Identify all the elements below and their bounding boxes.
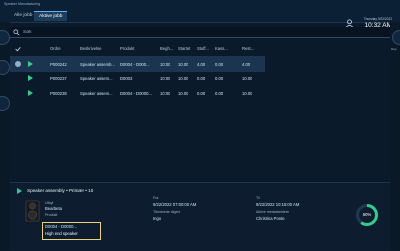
cell-order: P000239 — [50, 90, 67, 96]
column-header-description[interactable]: Beskrivelse — [80, 46, 120, 51]
right-action-strip — [390, 22, 400, 250]
play-icon[interactable] — [28, 75, 33, 81]
play-icon[interactable] — [28, 60, 33, 67]
current-date: Thursday 9/22/2022 — [363, 17, 392, 21]
detail-value: Bearbeta — [45, 206, 62, 211]
tab-bar: Alle jobb Aktive jobb Thursday 9/22/2022… — [0, 8, 400, 29]
detail-value: 9/22/2022 10:15:00 AM — [256, 202, 300, 207]
detail-label: Tilordnede digert — [153, 210, 180, 214]
cell-product: D0004 - D000... — [120, 61, 150, 67]
title-bar: Speaker Manufacturing — [0, 0, 400, 8]
cell-kas: 0.00 — [215, 90, 224, 96]
cell-start: 10:00 — [160, 76, 171, 82]
cell-order: P000237 — [50, 76, 67, 82]
search-icon — [13, 28, 20, 36]
cell-kas: 0.00 — [215, 76, 224, 82]
cell-product: D0004 - D0000... — [120, 90, 152, 96]
cell-product: D0003 — [120, 76, 133, 82]
report-button-label: Rap — [391, 47, 397, 51]
detail-label: Til — [256, 196, 260, 200]
left-action-strip — [0, 22, 10, 250]
cell-started: 10.00 — [178, 61, 189, 67]
cell-stuff: 0.00 — [197, 90, 206, 96]
cell-description: Speaker assem... — [80, 76, 113, 82]
column-header-stuff[interactable]: Stuff... — [197, 46, 209, 51]
table-row[interactable]: P000239 Speaker assem... D0004 - D0000..… — [10, 86, 265, 101]
play-icon[interactable] — [17, 188, 22, 194]
play-icon[interactable] — [28, 89, 33, 96]
search-box — [10, 27, 390, 38]
operation-group-label: Speaker assembly • Primær • 10 — [27, 188, 94, 193]
jobs-table: Ordre Beskrivelse Produkt Begh... Starte… — [10, 42, 265, 101]
detail-label: Aktive medarbeidere — [256, 210, 289, 214]
tab-active-jobs[interactable]: Aktive jobb — [34, 11, 68, 21]
detail-label: Produkt — [45, 213, 58, 217]
cell-order: P000242 — [50, 61, 67, 67]
column-header-rest[interactable]: Rest... — [242, 46, 254, 51]
cell-rest: 4.00 — [242, 61, 251, 67]
cell-stuff: 4.00 — [197, 61, 206, 67]
cell-started: 10.00 — [178, 90, 189, 96]
cell-kas: 0.00 — [215, 61, 224, 67]
column-header-kas[interactable]: Kass... — [215, 46, 228, 51]
speaker-icon — [25, 200, 40, 222]
detail-label: Fra — [153, 196, 159, 200]
cell-start: 10:00 — [160, 90, 171, 96]
cell-description: Speaker assemb... — [80, 61, 115, 67]
column-header-start[interactable]: Begh... — [160, 46, 173, 51]
detail-value: Christina Ponte — [256, 216, 285, 221]
detail-value: 9/22/2022 07:00:00 AM — [153, 202, 197, 207]
search-input[interactable] — [23, 27, 383, 37]
select-all-check-icon[interactable] — [15, 46, 21, 52]
table-header: Ordre Beskrivelse Produkt Begh... Starte… — [10, 42, 265, 57]
report-button[interactable] — [392, 30, 400, 45]
cell-rest: 10.00 — [242, 90, 253, 96]
cell-started: 10.00 — [178, 76, 189, 82]
column-header-started[interactable]: Startet — [178, 46, 190, 51]
product-image — [25, 200, 40, 222]
table-row[interactable]: P000242 Speaker assemb... D0004 - D000..… — [10, 57, 265, 72]
cell-start: 10:00 — [160, 61, 171, 67]
cell-description: Speaker assem... — [80, 90, 113, 96]
table-row[interactable]: P000237 Speaker assem... D0003 10:00 10.… — [10, 72, 265, 87]
column-header-product[interactable]: Produkt — [120, 46, 158, 51]
detail-label: Utbyt — [45, 201, 54, 205]
progress-label: 60% — [362, 212, 372, 217]
app-title: Speaker Manufacturing — [4, 1, 41, 6]
cell-stuff: 0.00 — [197, 76, 206, 82]
row-selected-check-icon[interactable] — [15, 60, 21, 67]
cell-rest: 10.00 — [242, 76, 253, 82]
detail-value: Ingo — [153, 216, 162, 221]
column-header-order[interactable]: Ordre — [50, 46, 61, 51]
highlight-box — [42, 222, 101, 240]
